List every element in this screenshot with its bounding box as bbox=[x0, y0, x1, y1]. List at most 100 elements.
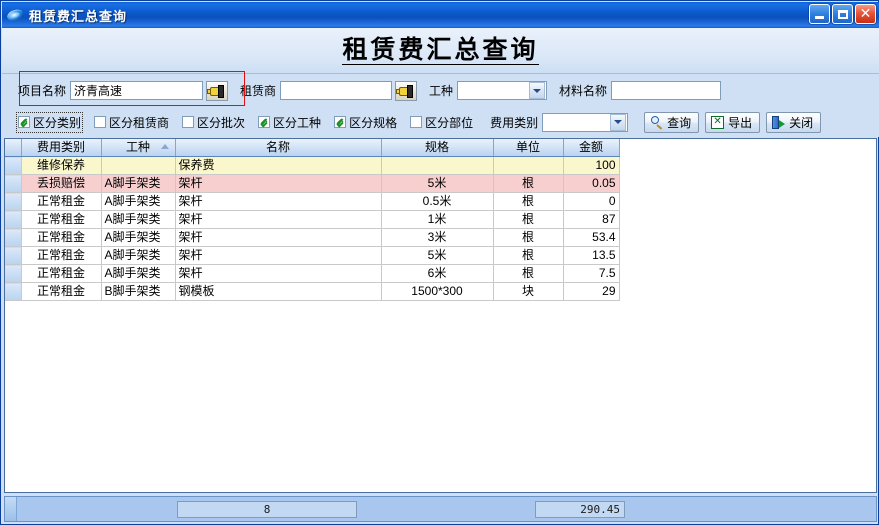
row-selector[interactable] bbox=[5, 211, 21, 229]
status-bar-grip bbox=[5, 497, 17, 521]
cell-amount: 87 bbox=[563, 211, 619, 229]
cell-spec: 5米 bbox=[381, 247, 493, 265]
export-button[interactable]: ✕ 导出 bbox=[705, 112, 760, 133]
row-selector[interactable] bbox=[5, 175, 21, 193]
cell-unit: 根 bbox=[493, 265, 563, 283]
checkbox-batch-label: 区分批次 bbox=[197, 114, 245, 131]
column-header-category[interactable]: 费用类别 bbox=[21, 139, 101, 157]
column-header-spec[interactable]: 规格 bbox=[381, 139, 493, 157]
project-input[interactable] bbox=[70, 81, 203, 100]
status-record-count: 8 bbox=[177, 501, 357, 518]
cell-spec bbox=[381, 157, 493, 175]
page-header: 租赁费汇总查询 bbox=[2, 28, 879, 73]
row-selector[interactable] bbox=[5, 157, 21, 175]
row-selector[interactable] bbox=[5, 247, 21, 265]
table-row[interactable]: 正常租金 A脚手架类 架杆 3米 根 53.4 bbox=[5, 229, 619, 247]
cell-name: 架杆 bbox=[175, 265, 381, 283]
cell-spec: 1500*300 bbox=[381, 283, 493, 301]
application-window: 租赁费汇总查询 ✕ 租赁费汇总查询 项目名称 租赁商 工种 bbox=[0, 0, 879, 525]
checkbox-category-box bbox=[18, 116, 30, 128]
project-label: 项目名称 bbox=[18, 82, 66, 99]
cell-spec: 6米 bbox=[381, 265, 493, 283]
cell-spec: 0.5米 bbox=[381, 193, 493, 211]
cell-category: 正常租金 bbox=[21, 265, 101, 283]
cell-amount: 0 bbox=[563, 193, 619, 211]
cell-amount: 13.5 bbox=[563, 247, 619, 265]
checkbox-trade[interactable]: 区分工种 bbox=[258, 114, 321, 131]
column-header-trade-label: 工种 bbox=[126, 140, 150, 154]
results-grid[interactable]: 费用类别 工种 名称 规格 单位 金额 维修保养 保养费 bbox=[4, 138, 877, 493]
row-selector[interactable] bbox=[5, 283, 21, 301]
search-icon bbox=[650, 116, 663, 129]
close-button[interactable]: ✕ bbox=[855, 4, 876, 24]
maximize-button[interactable] bbox=[832, 4, 853, 24]
cell-trade bbox=[101, 157, 175, 175]
column-header-amount[interactable]: 金额 bbox=[563, 139, 619, 157]
project-picker-button[interactable] bbox=[206, 81, 228, 101]
checkbox-part-label: 区分部位 bbox=[425, 114, 473, 131]
checkbox-category[interactable]: 区分类别 bbox=[18, 114, 81, 131]
column-header-name[interactable]: 名称 bbox=[175, 139, 381, 157]
close-button-label: 关闭 bbox=[789, 114, 813, 131]
table-row[interactable]: 正常租金 A脚手架类 架杆 5米 根 13.5 bbox=[5, 247, 619, 265]
material-input[interactable] bbox=[611, 81, 721, 100]
hand-pointer-icon bbox=[210, 85, 224, 96]
row-selector[interactable] bbox=[5, 193, 21, 211]
status-total-amount: 290.45 bbox=[535, 501, 625, 518]
cell-name: 保养费 bbox=[175, 157, 381, 175]
checkbox-part[interactable]: 区分部位 bbox=[410, 114, 473, 131]
window-controls: ✕ bbox=[809, 4, 876, 24]
fee-type-select[interactable] bbox=[542, 113, 628, 132]
cell-unit: 根 bbox=[493, 193, 563, 211]
cell-name: 钢模板 bbox=[175, 283, 381, 301]
cell-category: 正常租金 bbox=[21, 229, 101, 247]
cell-name: 架杆 bbox=[175, 211, 381, 229]
checkbox-lessor-box bbox=[94, 116, 106, 128]
excel-icon: ✕ bbox=[711, 116, 724, 129]
window-title: 租赁费汇总查询 bbox=[29, 6, 127, 25]
material-label: 材料名称 bbox=[559, 82, 607, 99]
disc-icon bbox=[7, 7, 24, 23]
checkbox-spec[interactable]: 区分规格 bbox=[334, 114, 397, 131]
cell-unit: 根 bbox=[493, 175, 563, 193]
cell-trade: A脚手架类 bbox=[101, 193, 175, 211]
cell-spec: 1米 bbox=[381, 211, 493, 229]
row-selector[interactable] bbox=[5, 265, 21, 283]
filter-bar: 项目名称 租赁商 工种 材料名称 bbox=[2, 74, 879, 107]
page-title: 租赁费汇总查询 bbox=[342, 36, 538, 66]
results-table: 费用类别 工种 名称 规格 单位 金额 维修保养 保养费 bbox=[5, 139, 620, 301]
checkbox-lessor[interactable]: 区分租赁商 bbox=[94, 114, 169, 131]
cell-category: 丢损赔偿 bbox=[21, 175, 101, 193]
cell-trade: A脚手架类 bbox=[101, 175, 175, 193]
cell-amount: 53.4 bbox=[563, 229, 619, 247]
checkbox-batch-box bbox=[182, 116, 194, 128]
cell-amount: 100 bbox=[563, 157, 619, 175]
cell-category: 正常租金 bbox=[21, 283, 101, 301]
column-header-trade[interactable]: 工种 bbox=[101, 139, 175, 157]
table-row[interactable]: 正常租金 A脚手架类 架杆 6米 根 7.5 bbox=[5, 265, 619, 283]
query-button[interactable]: 查询 bbox=[644, 112, 699, 133]
lessor-picker-button[interactable] bbox=[395, 81, 417, 101]
lessor-label: 租赁商 bbox=[240, 82, 276, 99]
table-row[interactable]: 正常租金 B脚手架类 钢模板 1500*300 块 29 bbox=[5, 283, 619, 301]
table-row[interactable]: 维修保养 保养费 100 bbox=[5, 157, 619, 175]
trade-select[interactable] bbox=[457, 81, 547, 100]
table-row[interactable]: 正常租金 A脚手架类 架杆 0.5米 根 0 bbox=[5, 193, 619, 211]
table-row[interactable]: 正常租金 A脚手架类 架杆 1米 根 87 bbox=[5, 211, 619, 229]
column-header-unit[interactable]: 单位 bbox=[493, 139, 563, 157]
options-bar: 区分类别 区分租赁商 区分批次 区分工种 区分规格 区分部位 费用类别 bbox=[2, 107, 879, 137]
cell-category: 正常租金 bbox=[21, 247, 101, 265]
lessor-input[interactable] bbox=[280, 81, 392, 100]
action-buttons: 查询 ✕ 导出 关闭 bbox=[644, 112, 821, 133]
minimize-button[interactable] bbox=[809, 4, 830, 24]
close-window-button[interactable]: 关闭 bbox=[766, 112, 821, 133]
checkbox-batch[interactable]: 区分批次 bbox=[182, 114, 245, 131]
cell-amount: 7.5 bbox=[563, 265, 619, 283]
table-body: 维修保养 保养费 100 丢损赔偿 A脚手架类 架杆 5米 根 0.05 bbox=[5, 157, 619, 301]
table-row[interactable]: 丢损赔偿 A脚手架类 架杆 5米 根 0.05 bbox=[5, 175, 619, 193]
checkbox-spec-box bbox=[334, 116, 346, 128]
exit-door-icon bbox=[772, 116, 785, 129]
checkbox-trade-label: 区分工种 bbox=[273, 114, 321, 131]
row-selector[interactable] bbox=[5, 229, 21, 247]
status-bar: 8 290.45 bbox=[4, 496, 877, 522]
